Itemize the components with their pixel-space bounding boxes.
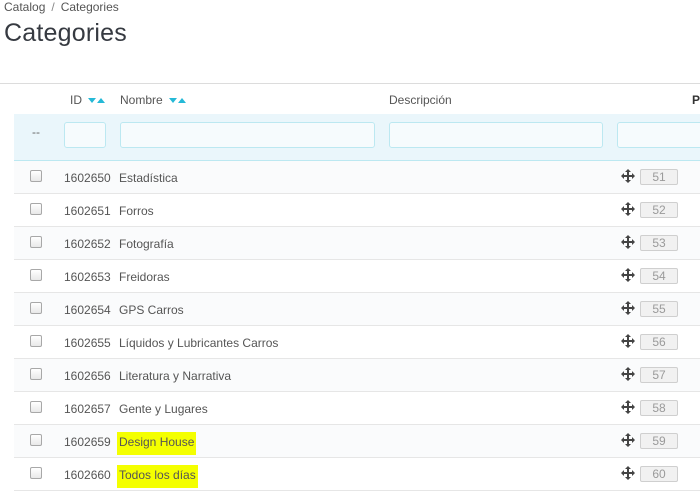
table-row[interactable]: 1602653 Freidoras 54: [14, 260, 700, 293]
row-position-badge: 55: [640, 301, 678, 317]
column-header-name-label: Nombre: [120, 93, 163, 107]
row-position-badge: 52: [640, 202, 678, 218]
row-position-badge: 51: [640, 169, 678, 185]
categories-table: ID Nombre Descripción Po -- 1602650 Estad…: [14, 84, 700, 503]
column-header-id-label: ID: [70, 93, 82, 107]
row-name[interactable]: Estadística: [119, 171, 178, 185]
table-row[interactable]: 1602655 Líquidos y Lubricantes Carros 56: [14, 326, 700, 359]
row-name[interactable]: Fotografía: [119, 237, 174, 251]
row-id: 1602653: [64, 270, 111, 284]
position-filter-input[interactable]: [617, 122, 700, 148]
table-row[interactable]: 1602651 Forros 52: [14, 194, 700, 227]
column-header-description: Descripción: [389, 93, 452, 107]
breadcrumb-current: Categories: [60, 0, 119, 14]
table-row[interactable]: 1602660 Todos los días 60: [14, 458, 700, 491]
column-header-id[interactable]: ID: [70, 93, 106, 107]
row-id: 1602656: [64, 369, 111, 383]
column-header-name[interactable]: Nombre: [120, 93, 187, 107]
breadcrumb-catalog-link[interactable]: Catalog: [4, 0, 45, 14]
move-icon[interactable]: [621, 334, 635, 348]
row-id: 1602659: [64, 435, 111, 449]
id-filter-input[interactable]: [64, 122, 106, 148]
row-position-badge: 54: [640, 268, 678, 284]
row-id: 1602651: [64, 204, 111, 218]
row-name[interactable]: Design House: [117, 432, 197, 455]
row-name[interactable]: Todos los días: [117, 465, 198, 488]
move-icon[interactable]: [621, 235, 635, 249]
row-checkbox[interactable]: [30, 467, 42, 479]
move-icon[interactable]: [621, 169, 635, 183]
move-icon[interactable]: [621, 202, 635, 216]
table-row[interactable]: 1602650 Estadística 51: [14, 161, 700, 194]
row-id: 1602654: [64, 303, 111, 317]
filter-row: --: [14, 114, 700, 161]
row-name[interactable]: GPS Carros: [119, 303, 184, 317]
table-body: 1602650 Estadística 51 1602651 Forros 52 16026…: [14, 161, 700, 491]
row-name[interactable]: Gente y Lugares: [119, 402, 208, 416]
row-position-badge: 60: [640, 466, 678, 482]
breadcrumb: Catalog / Categories: [4, 0, 119, 14]
row-name[interactable]: Líquidos y Lubricantes Carros: [119, 336, 278, 350]
move-icon[interactable]: [621, 367, 635, 381]
row-checkbox[interactable]: [30, 203, 42, 215]
sort-icon[interactable]: [169, 93, 187, 107]
table-row[interactable]: 1602654 GPS Carros 55: [14, 293, 700, 326]
table-header: ID Nombre Descripción Po: [14, 84, 700, 115]
move-icon[interactable]: [621, 433, 635, 447]
row-position-badge: 59: [640, 433, 678, 449]
bulk-select-dash: --: [32, 125, 40, 139]
move-icon[interactable]: [621, 301, 635, 315]
row-name[interactable]: Literatura y Narrativa: [119, 369, 231, 383]
row-name[interactable]: Forros: [119, 204, 154, 218]
description-filter-input[interactable]: [389, 122, 603, 148]
row-checkbox[interactable]: [30, 401, 42, 413]
row-checkbox[interactable]: [30, 302, 42, 314]
row-position-badge: 57: [640, 367, 678, 383]
row-checkbox[interactable]: [30, 269, 42, 281]
row-position-badge: 53: [640, 235, 678, 251]
table-row[interactable]: 1602659 Design House 59: [14, 425, 700, 458]
row-checkbox[interactable]: [30, 335, 42, 347]
row-position-badge: 58: [640, 400, 678, 416]
row-position-badge: 56: [640, 334, 678, 350]
table-row[interactable]: 1602652 Fotografía 53: [14, 227, 700, 260]
table-row[interactable]: 1602656 Literatura y Narrativa 57: [14, 359, 700, 392]
row-id: 1602655: [64, 336, 111, 350]
move-icon[interactable]: [621, 466, 635, 480]
move-icon[interactable]: [621, 400, 635, 414]
row-id: 1602657: [64, 402, 111, 416]
table-row[interactable]: 1602657 Gente y Lugares 58: [14, 392, 700, 425]
row-id: 1602650: [64, 171, 111, 185]
row-checkbox[interactable]: [30, 236, 42, 248]
row-id: 1602652: [64, 237, 111, 251]
move-icon[interactable]: [621, 268, 635, 282]
row-checkbox[interactable]: [30, 368, 42, 380]
breadcrumb-separator: /: [51, 0, 55, 14]
row-name[interactable]: Freidoras: [119, 270, 170, 284]
row-checkbox[interactable]: [30, 170, 42, 182]
row-id: 1602660: [64, 468, 111, 482]
row-checkbox[interactable]: [30, 434, 42, 446]
page-title: Categories: [4, 19, 127, 47]
name-filter-input[interactable]: [120, 122, 375, 148]
sort-icon[interactable]: [88, 93, 106, 107]
column-header-position: Po: [692, 93, 700, 107]
